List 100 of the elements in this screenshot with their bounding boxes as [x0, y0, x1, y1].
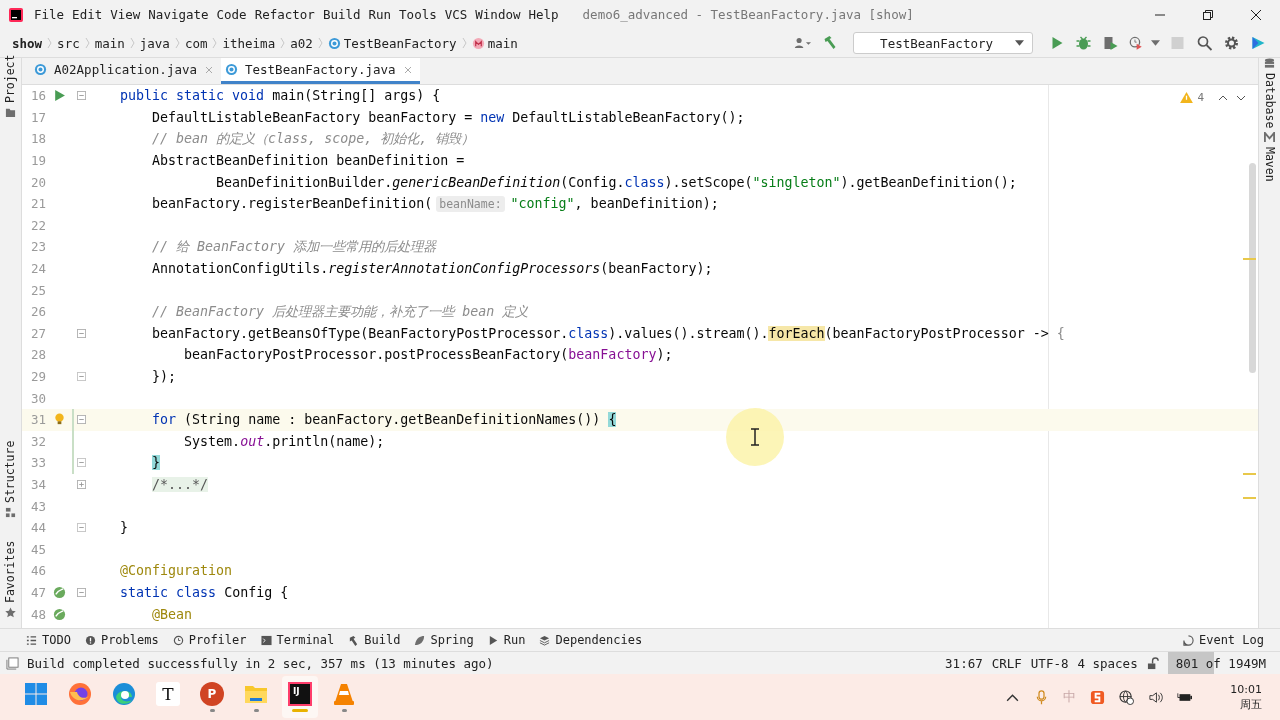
file-encoding[interactable]: UTF-8 — [1030, 655, 1069, 671]
tool-window-button[interactable]: Dependencies — [539, 633, 643, 647]
breadcrumb[interactable]: com — [184, 35, 208, 51]
lightbulb-icon[interactable] — [52, 413, 66, 427]
line-number: 45 — [29, 541, 46, 557]
lock-icon[interactable] — [1146, 656, 1160, 670]
code-line: DefaultListableBeanFactory beanFactory = new DefaultListableBeanFactory(); — [151, 109, 745, 125]
speaker-icon[interactable] — [1148, 689, 1164, 705]
breadcrumb-separator-icon — [280, 37, 286, 49]
line-number: 31 — [29, 412, 46, 428]
editor-tab[interactable]: A02Application.java — [30, 58, 221, 84]
menu-item[interactable]: Refactor — [254, 7, 315, 22]
clock-time[interactable]: 10:01 — [1230, 682, 1262, 697]
line-number: 34 — [29, 477, 46, 492]
tool-window-button[interactable]: Build — [348, 633, 401, 647]
presentation-icon[interactable]: P — [200, 682, 224, 706]
browser-icon[interactable] — [112, 682, 136, 706]
menu-item[interactable]: Run — [368, 7, 392, 22]
menu-item[interactable]: View — [110, 7, 141, 22]
database-icon — [1264, 58, 1276, 69]
caret-icon[interactable] — [1151, 40, 1160, 46]
line-separator[interactable]: CRLF — [991, 655, 1022, 671]
menu-item[interactable]: Help — [528, 7, 559, 22]
tool-window-tab[interactable]: Favorites — [3, 540, 17, 618]
tool-window-button[interactable]: TODO — [26, 633, 71, 647]
line-number: 19 — [29, 153, 46, 169]
chevron-up-icon[interactable] — [1218, 94, 1228, 101]
globe-icon[interactable] — [1119, 689, 1135, 705]
ide-icon[interactable]: IJ — [288, 682, 312, 706]
menu-item[interactable]: Edit — [72, 7, 103, 22]
fold-marker-icon[interactable] — [76, 587, 86, 597]
fold-marker-icon[interactable] — [76, 523, 86, 533]
menu-item[interactable]: File — [34, 7, 65, 22]
bug-icon[interactable] — [1075, 35, 1092, 51]
settings-icon[interactable] — [1223, 35, 1240, 51]
start-icon[interactable] — [24, 682, 48, 706]
line-number: 43 — [29, 498, 46, 514]
tool-window-button[interactable]: Problems — [84, 633, 159, 647]
indent-setting[interactable]: 4 spaces — [1077, 655, 1138, 671]
fold-marker-icon[interactable] — [76, 480, 86, 489]
bean-icon[interactable] — [52, 607, 66, 621]
line-number: 46 — [29, 563, 46, 579]
close-icon[interactable] — [1250, 8, 1262, 21]
fold-marker-icon[interactable] — [76, 91, 86, 101]
tool-window-tab[interactable]: Project — [3, 54, 17, 118]
user-icon[interactable] — [794, 35, 812, 51]
class-icon — [225, 63, 238, 76]
input-method-icon[interactable] — [1090, 689, 1106, 705]
tool-window-button[interactable]: Spring — [414, 633, 474, 647]
scrollbar[interactable] — [1249, 163, 1256, 373]
traffic-cone-icon[interactable] — [332, 682, 356, 706]
menu-item[interactable]: Build — [322, 7, 361, 22]
panel-toggle-icon[interactable] — [6, 656, 19, 670]
line-number: 26 — [29, 304, 46, 320]
fold-marker-icon[interactable] — [76, 372, 86, 381]
menu-item[interactable]: Window — [475, 7, 521, 22]
breadcrumb[interactable]: a02 — [290, 35, 313, 51]
breadcrumb[interactable]: show — [12, 35, 43, 51]
class-icon — [327, 36, 341, 50]
folder-icon — [4, 107, 16, 118]
tool-window-tab[interactable]: Database — [1263, 58, 1277, 129]
coverage-icon[interactable] — [1102, 35, 1119, 51]
breadcrumb[interactable]: itheima — [222, 35, 276, 51]
text-editor-icon[interactable]: T — [156, 682, 180, 706]
bean-icon[interactable] — [52, 585, 66, 599]
plugin-logo-icon[interactable] — [1250, 35, 1267, 51]
tool-window-tab[interactable]: Maven — [1263, 132, 1277, 182]
breadcrumb[interactable]: java — [139, 35, 170, 51]
event-log-button[interactable]: Event Log — [1182, 633, 1264, 647]
restore-icon[interactable] — [1202, 8, 1214, 21]
tool-window-button[interactable]: Terminal — [260, 633, 335, 647]
caret-position[interactable]: 31:67 — [945, 655, 983, 671]
app-logo-icon[interactable] — [8, 6, 24, 23]
run-configuration-dropdown[interactable]: TestBeanFactory — [853, 32, 1033, 54]
breadcrumb-separator-icon — [174, 37, 180, 49]
search-icon[interactable] — [1196, 35, 1213, 51]
browser-icon[interactable] — [68, 682, 92, 706]
tool-window-button[interactable]: Profiler — [172, 633, 247, 647]
run-gutter-icon[interactable] — [52, 89, 66, 103]
tool-window-button[interactable]: Run — [487, 633, 526, 647]
chevron-down-icon[interactable] — [1236, 94, 1246, 101]
breadcrumb[interactable]: main — [487, 35, 518, 51]
menu-item[interactable]: VCS — [444, 7, 468, 22]
editor-tab[interactable]: TestBeanFactory.java — [221, 58, 420, 84]
menu-item[interactable]: Navigate — [148, 7, 209, 22]
menu-item[interactable]: Tools — [399, 7, 437, 22]
breadcrumb[interactable]: TestBeanFactory — [343, 35, 457, 51]
code-line: // bean 的定义（class, scope, 初始化, 销毁） — [151, 130, 475, 148]
breadcrumb[interactable]: main — [94, 35, 125, 51]
memory-indicator[interactable]: 801 of 1949M — [1167, 652, 1280, 674]
code-line: beanFactoryPostProcessor.postProcessBeanFactory(beanFactory); — [183, 347, 673, 363]
inspection-widget[interactable]: 4 — [1180, 91, 1246, 104]
fold-marker-icon[interactable] — [76, 415, 86, 425]
fold-marker-icon[interactable] — [76, 328, 86, 338]
menu-item[interactable]: Code — [216, 7, 247, 22]
fold-marker-icon[interactable] — [76, 458, 86, 468]
tool-window-tab[interactable]: Structure — [3, 440, 17, 518]
clock-day[interactable]: 周五 — [1240, 697, 1262, 712]
code-line: AbstractBeanDefinition beanDefinition = — [151, 153, 465, 169]
breadcrumb[interactable]: src — [57, 35, 80, 51]
